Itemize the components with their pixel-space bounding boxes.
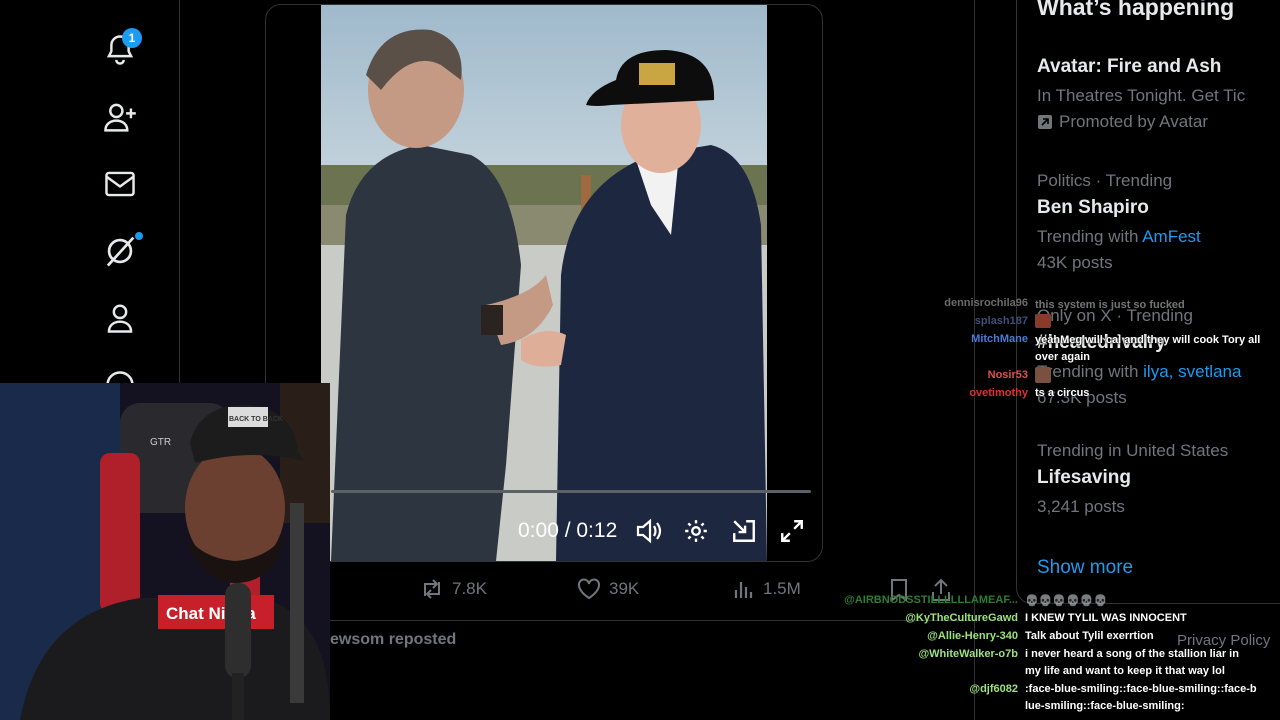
repost-button[interactable]: 7.8K — [420, 578, 487, 600]
video-player[interactable] — [265, 4, 823, 562]
mail-icon[interactable] — [100, 164, 140, 204]
trending-with-link[interactable]: AmFest — [1142, 227, 1201, 246]
trend-title: Avatar: Fire and Ash — [1037, 56, 1222, 77]
like-button[interactable]: 39K — [577, 578, 639, 600]
profile-icon[interactable] — [100, 298, 140, 338]
video-frame — [321, 5, 767, 561]
chair-brand: GTR — [150, 437, 171, 448]
chat-username: ovetimothy — [969, 387, 1028, 399]
trending-with-label: Trending with — [1037, 227, 1139, 246]
view-count: 1.5M — [763, 579, 801, 598]
repost-count: 7.8K — [452, 579, 487, 598]
chat-username: @KyTheCultureGawd — [905, 612, 1018, 624]
show-more-link[interactable]: Show more — [1037, 557, 1133, 579]
post-divider — [330, 620, 975, 621]
video-progress-bar[interactable] — [331, 490, 811, 493]
trend-post-count: 3,241 posts — [1037, 497, 1125, 516]
trend-category: Politics · Trending — [1037, 171, 1173, 190]
trend-title: Lifesaving — [1037, 467, 1131, 488]
chat-emote — [1035, 367, 1051, 383]
chat-username: MitchMane — [971, 333, 1028, 345]
follow-icon[interactable] — [100, 97, 140, 137]
trend-title: Ben Shapiro — [1037, 197, 1149, 218]
chat-username: @djf6082 — [969, 683, 1018, 695]
chat-username: Nosir53 — [987, 369, 1028, 381]
unread-dot — [135, 232, 143, 240]
chat-message: yeahMeg will cal and they will cook Tory… — [1035, 334, 1261, 363]
chat-message: :face-blue-smiling::face-blue-smiling::f… — [1025, 683, 1257, 712]
chat-username: splash187 — [974, 315, 1028, 327]
chat-message: I KNEW TYLIL WAS INNOCENT — [1025, 612, 1187, 624]
chat-message: Talk about Tylil exerrtion — [1025, 630, 1154, 642]
chat-username: @Allie-Henry-340 — [927, 630, 1018, 642]
chat-username: @AIRBNODSSTILLLLLLAMEAF... — [844, 594, 1018, 606]
like-count: 39K — [609, 579, 640, 598]
chat-message: ts a circus — [1035, 387, 1090, 399]
picture-in-picture-icon[interactable] — [729, 516, 759, 546]
trend-item-ben-shapiro[interactable]: Politics · Trending Ben Shapiro Trending… — [1037, 171, 1201, 273]
trends-heading: What’s happening — [1037, 0, 1235, 20]
video-time: 0:00 / 0:12 — [518, 519, 618, 542]
reposted-label: ewsom reposted — [330, 631, 457, 648]
notification-badge: 1 — [122, 28, 142, 48]
chat-emote — [1035, 314, 1051, 328]
trend-category: Trending in United States — [1037, 441, 1229, 460]
trend-subtitle: In Theatres Tonight. Get Tic — [1037, 86, 1246, 105]
chat-username: @WhiteWalker-o7b — [918, 648, 1018, 660]
promoted-icon — [1038, 115, 1052, 129]
hat-text: BACK TO BACK — [229, 416, 283, 423]
views-button[interactable]: 1.5M — [733, 578, 801, 600]
volume-icon[interactable] — [634, 516, 664, 546]
trend-item-lifesaving[interactable]: Trending in United States Lifesaving 3,2… — [1037, 441, 1228, 517]
chat-message: 💀💀💀💀💀💀 — [1025, 595, 1108, 607]
fullscreen-icon[interactable] — [777, 516, 807, 546]
promoted-label: Promoted by Avatar — [1059, 112, 1208, 131]
settings-gear-icon[interactable] — [681, 516, 711, 546]
streamer-webcam: GTR BACK TO BACK Chat Nigga — [0, 383, 330, 720]
chat-username: dennisrochila96 — [944, 297, 1028, 309]
trend-post-count: 43K posts — [1037, 253, 1113, 272]
trend-item-promoted[interactable]: Avatar: Fire and Ash In Theatres Tonight… — [1037, 56, 1245, 132]
grok-icon[interactable] — [100, 231, 140, 271]
chat-message: this system is just so fucked — [1035, 299, 1185, 311]
chat-message: i never heard a song of the stallion lia… — [1025, 648, 1239, 677]
